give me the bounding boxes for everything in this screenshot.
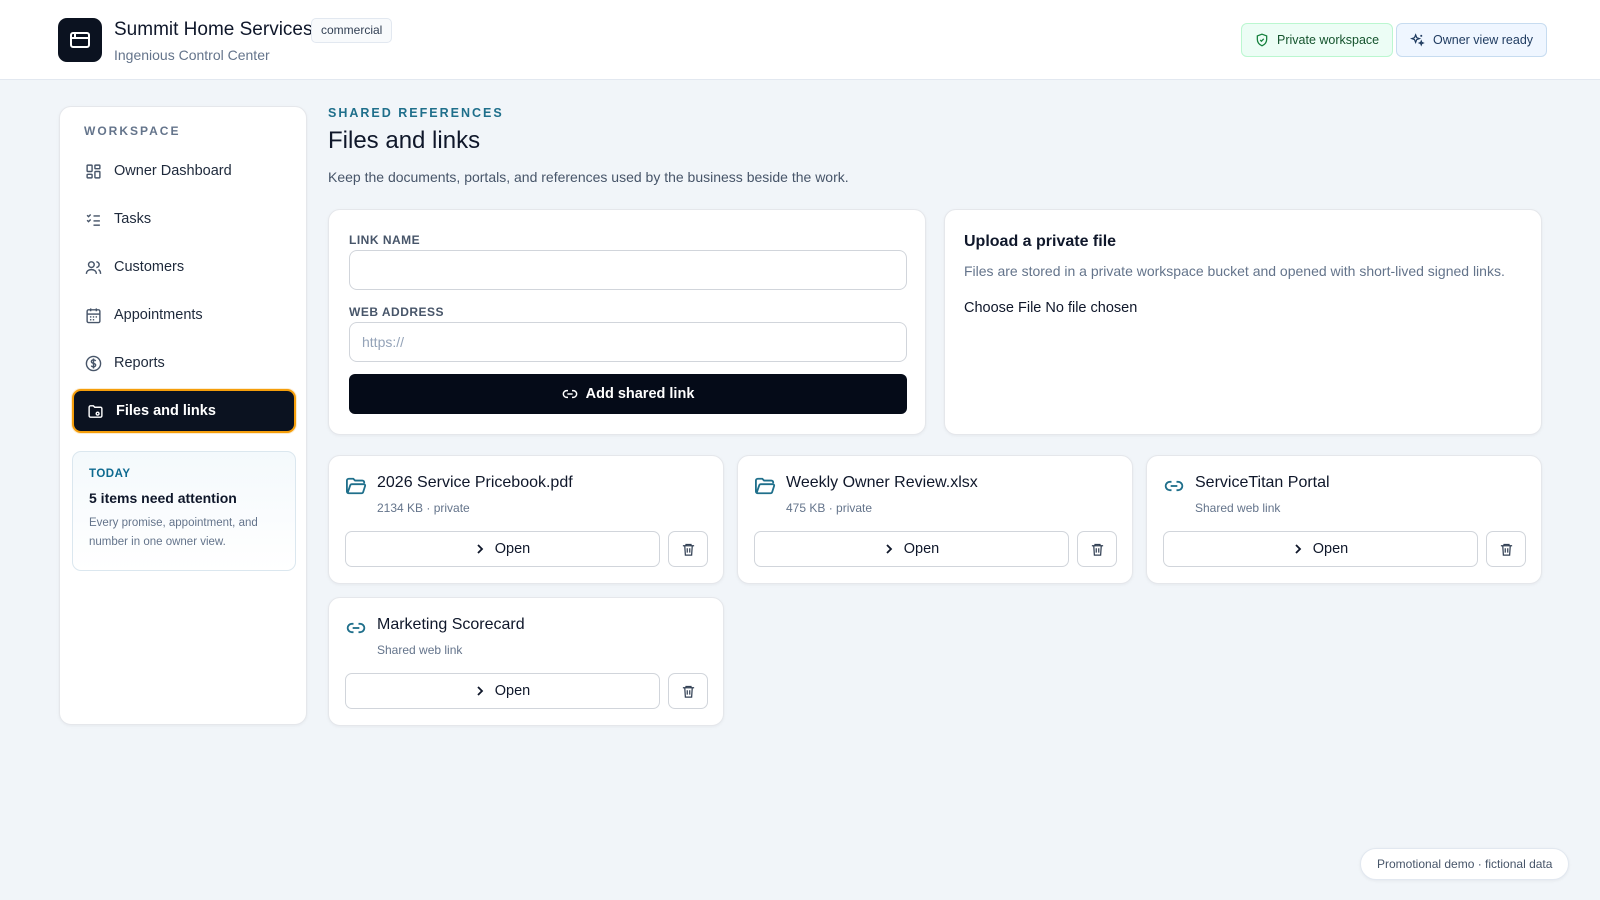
upload-private-file-card: Upload a private file Files are stored i… [944, 209, 1542, 435]
app-logo-icon [58, 18, 102, 62]
delete-resource-button[interactable] [1077, 531, 1117, 567]
link-icon [562, 386, 578, 402]
link-icon [345, 618, 367, 638]
folder-icon [345, 476, 367, 496]
link-name-input[interactable] [349, 250, 907, 290]
delete-resource-button[interactable] [668, 673, 708, 709]
app-subtitle: Ingenious Control Center [114, 47, 270, 63]
trash-icon [1090, 542, 1105, 557]
owner-view-badge: Owner view ready [1396, 23, 1548, 57]
calendar-icon [84, 306, 102, 324]
page-description: Keep the documents, portals, and referen… [328, 169, 849, 185]
resource-meta: Shared web link [1195, 501, 1281, 515]
resource-name: Weekly Owner Review.xlsx [786, 474, 978, 491]
sidebar-item-label: Tasks [114, 211, 152, 227]
sidebar-item-files-and-links[interactable]: Files and links [72, 389, 296, 433]
sidebar-heading: WORKSPACE [84, 124, 181, 138]
chevron-right-icon [475, 543, 485, 555]
private-workspace-label: Private workspace [1277, 33, 1380, 47]
trash-icon [681, 684, 696, 699]
section-eyebrow: SHARED REFERENCES [328, 106, 504, 120]
chevron-right-icon [884, 543, 894, 555]
sidebar-item-label: Customers [114, 259, 185, 275]
today-text: Every promise, appointment, and number i… [89, 517, 258, 548]
shield-icon [1255, 33, 1269, 47]
sparkles-icon [1410, 32, 1425, 48]
open-resource-button[interactable]: Open [754, 531, 1069, 567]
resource-name: Marketing Scorecard [377, 616, 525, 633]
open-label: Open [903, 541, 940, 557]
business-name: Summit Home Services [114, 19, 313, 40]
add-shared-link-button[interactable]: Add shared link [349, 374, 907, 414]
link-name-label: LINK NAME [349, 233, 421, 247]
chevron-right-icon [475, 685, 485, 697]
sidebar-item-label: Owner Dashboard [114, 163, 232, 179]
delete-resource-button[interactable] [1486, 531, 1526, 567]
add-link-form: LINK NAME WEB ADDRESS Add shared link [328, 209, 926, 435]
trash-icon [681, 542, 696, 557]
resource-name: ServiceTitan Portal [1195, 474, 1330, 491]
sidebar-item-appointments[interactable]: Appointments [72, 293, 296, 337]
upload-title: Upload a private file [964, 233, 1117, 250]
owner-view-label: Owner view ready [1433, 33, 1534, 47]
open-resource-button[interactable]: Open [345, 673, 660, 709]
sidebar-item-label: Appointments [114, 307, 203, 323]
resource-meta: Shared web link [377, 643, 463, 657]
plan-badge: commercial [311, 18, 393, 43]
upload-description: Files are stored in a private workspace … [964, 263, 1505, 279]
open-label: Open [494, 541, 531, 557]
checklist-icon [84, 210, 102, 228]
dollar-icon [84, 354, 102, 372]
file-status: No file chosen [1045, 300, 1138, 316]
sidebar-item-reports[interactable]: Reports [72, 341, 296, 385]
web-address-input[interactable] [349, 322, 907, 362]
resource-card: Weekly Owner Review.xlsx 475 KB · privat… [737, 455, 1133, 584]
open-resource-button[interactable]: Open [1163, 531, 1478, 567]
sidebar-item-label: Files and links [116, 403, 216, 419]
today-title: 5 items need attention [89, 490, 237, 506]
sidebar: WORKSPACE Owner Dashboard Tasks Customer… [59, 106, 307, 725]
delete-resource-button[interactable] [668, 531, 708, 567]
resource-card: ServiceTitan Portal Shared web link Open [1146, 455, 1542, 584]
add-shared-link-label: Add shared link [585, 386, 695, 402]
sidebar-item-owner-dashboard[interactable]: Owner Dashboard [72, 149, 296, 193]
file-picker[interactable]: Choose File No file chosen [964, 300, 1137, 316]
resource-meta: 2134 KB · private [377, 501, 470, 515]
open-label: Open [494, 683, 531, 699]
page-title: Files and links [328, 127, 481, 154]
choose-file-button[interactable]: Choose File [964, 300, 1041, 316]
resource-meta: 475 KB · private [786, 501, 873, 515]
resource-card: 2026 Service Pricebook.pdf 2134 KB · pri… [328, 455, 724, 584]
dashboard-icon [84, 162, 102, 180]
today-label: TODAY [89, 468, 131, 480]
demo-notice-badge: Promotional demo · fictional data [1360, 848, 1570, 880]
open-resource-button[interactable]: Open [345, 531, 660, 567]
open-label: Open [1312, 541, 1349, 557]
folder-icon [86, 402, 104, 420]
users-icon [84, 258, 102, 276]
sidebar-item-tasks[interactable]: Tasks [72, 197, 296, 241]
sidebar-item-label: Reports [114, 355, 165, 371]
web-address-label: WEB ADDRESS [349, 305, 445, 319]
resource-name: 2026 Service Pricebook.pdf [377, 474, 573, 491]
app-header: Summit Home Services commercial Ingeniou… [0, 0, 1600, 80]
trash-icon [1499, 542, 1514, 557]
link-icon [1163, 476, 1185, 496]
folder-icon [754, 476, 776, 496]
resource-card: Marketing Scorecard Shared web link Open [328, 597, 724, 726]
sidebar-item-customers[interactable]: Customers [72, 245, 296, 289]
today-summary-card: TODAY 5 items need attention Every promi… [72, 451, 296, 571]
private-workspace-badge: Private workspace [1241, 23, 1394, 57]
chevron-right-icon [1293, 543, 1303, 555]
